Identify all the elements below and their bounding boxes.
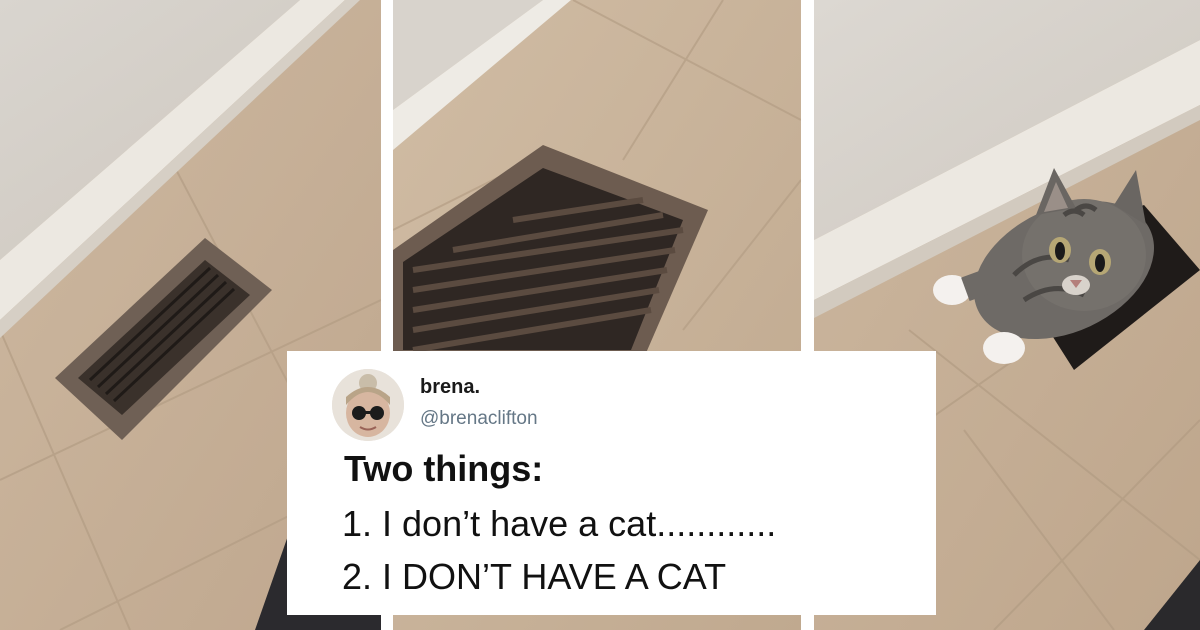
- tweet-card: brena. @brenaclifton Two things: 1. I do…: [287, 351, 936, 615]
- display-name[interactable]: brena.: [420, 377, 480, 397]
- user-handle[interactable]: @brenaclifton: [420, 409, 538, 428]
- avatar-illustration: [332, 369, 404, 441]
- tweet-text-line: Two things:: [344, 448, 544, 489]
- tweet-text-line: 2. I DON’T HAVE A CAT: [342, 556, 727, 597]
- tweet-text-line: 1. I don’t have a cat............: [342, 503, 777, 544]
- avatar: [332, 369, 404, 441]
